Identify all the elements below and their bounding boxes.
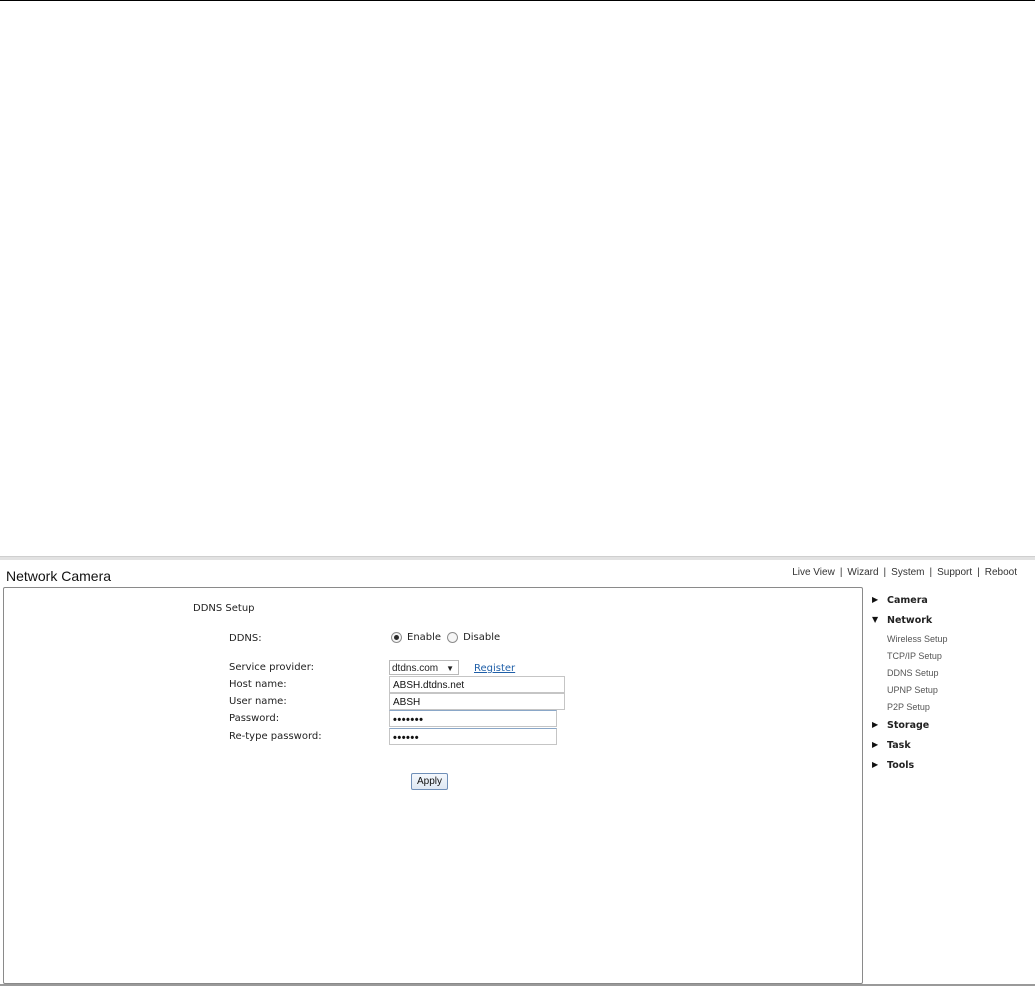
apply-button[interactable]: Apply [411, 773, 448, 790]
sidebar-item-upnp-setup[interactable]: UPNP Setup [870, 685, 1030, 702]
nav-separator: | [977, 567, 980, 578]
header-border [0, 556, 1035, 560]
nav-separator: | [929, 567, 933, 578]
sidebar-section-storage[interactable]: ▶ Storage [870, 719, 1030, 739]
sidebar-section-label: Camera [887, 595, 928, 606]
password-input[interactable] [389, 710, 557, 727]
password-label: Password: [229, 713, 280, 724]
triangle-down-icon: ▼ [872, 615, 879, 624]
nav-wizard[interactable]: Wizard [847, 567, 878, 578]
triangle-right-icon: ▶ [872, 760, 879, 769]
settings-sidebar: ▶ Camera ▼ Network Wireless Setup TCP/IP… [870, 594, 1030, 779]
ddns-label: DDNS: [229, 633, 262, 644]
ddns-enable-radio[interactable] [391, 632, 402, 643]
sidebar-section-task[interactable]: ▶ Task [870, 739, 1030, 759]
sidebar-section-label: Network [887, 615, 933, 626]
ddns-disable-label: Disable [463, 632, 501, 643]
sidebar-section-network[interactable]: ▼ Network [870, 614, 1030, 634]
camera-web-ui: Network Camera Live View | Wizard | System | S… [0, 556, 1035, 986]
sidebar-item-p2p-setup[interactable]: P2P Setup [870, 702, 1030, 719]
register-link[interactable]: Register [474, 663, 515, 674]
nav-separator: | [883, 567, 887, 578]
nav-support[interactable]: Support [937, 567, 972, 578]
nav-reboot[interactable]: Reboot [985, 567, 1017, 578]
nav-separator: | [839, 567, 843, 578]
service-provider-value: dtdns.com [392, 663, 439, 674]
sidebar-section-label: Task [887, 740, 911, 751]
caret-down-icon: ▼ [446, 664, 454, 673]
service-provider-label: Service provider: [229, 662, 314, 673]
sidebar-item-tcpip-setup[interactable]: TCP/IP Setup [870, 651, 1030, 668]
user-name-label: User name: [229, 696, 287, 707]
ddns-enable-label: Enable [407, 632, 442, 643]
service-provider-select[interactable]: dtdns.com ▼ [389, 660, 459, 675]
page-title: DDNS Setup [193, 603, 255, 614]
retype-password-label: Re-type password: [229, 731, 322, 742]
host-name-input[interactable] [389, 676, 565, 693]
nav-live-view[interactable]: Live View [792, 567, 835, 578]
host-name-label: Host name: [229, 679, 287, 690]
ddns-disable-radio[interactable] [447, 632, 459, 643]
triangle-right-icon: ▶ [872, 720, 879, 729]
app-title: Network Camera [6, 568, 112, 584]
user-name-input[interactable] [389, 693, 565, 710]
sidebar-item-wireless-setup[interactable]: Wireless Setup [870, 634, 1030, 651]
triangle-right-icon: ▶ [872, 595, 879, 604]
sidebar-item-ddns-setup[interactable]: DDNS Setup [870, 668, 1030, 685]
page-top-rule [0, 0, 1035, 1]
ddns-setup-panel: DDNS Setup DDNS: Enable Disable Service … [3, 587, 863, 984]
retype-password-input[interactable] [389, 728, 557, 745]
sidebar-section-label: Storage [887, 720, 930, 731]
top-navigation: Live View | Wizard | System | Support | Reboot [792, 567, 1017, 578]
ddns-radio-group: Enable Disable [391, 632, 506, 643]
nav-system[interactable]: System [891, 567, 924, 578]
sidebar-section-camera[interactable]: ▶ Camera [870, 594, 1030, 614]
triangle-right-icon: ▶ [872, 740, 879, 749]
sidebar-section-label: Tools [887, 760, 915, 771]
sidebar-section-tools[interactable]: ▶ Tools [870, 759, 1030, 779]
